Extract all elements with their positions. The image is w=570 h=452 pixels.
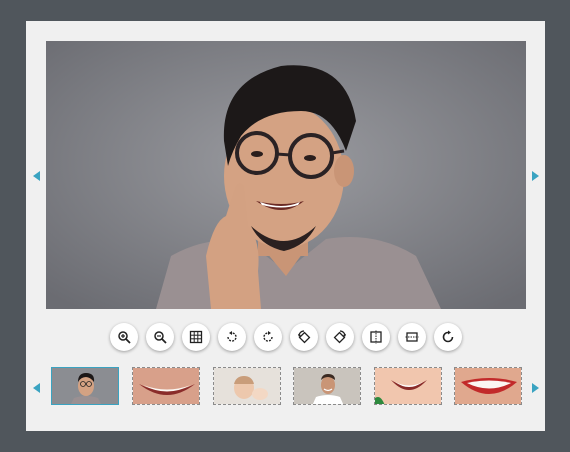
rotate-left-icon — [227, 331, 237, 342]
image-viewer-panel — [26, 21, 545, 431]
thumbs-next-arrow-icon[interactable] — [532, 383, 539, 393]
thumbnail-2[interactable] — [132, 367, 200, 405]
thumbnail-3[interactable] — [213, 367, 281, 405]
zoom-out-button[interactable] — [146, 323, 174, 351]
flip-vertical-button[interactable] — [398, 323, 426, 351]
grid-icon — [189, 330, 203, 344]
rotate-left-button[interactable] — [218, 323, 246, 351]
zoom-in-button[interactable] — [110, 323, 138, 351]
thumbnail-6[interactable] — [454, 367, 522, 405]
one-to-one-button[interactable] — [182, 323, 210, 351]
next-image-arrow-icon[interactable] — [532, 171, 539, 181]
thumbnail-1[interactable] — [51, 367, 119, 405]
flip-horizontal-button[interactable] — [362, 323, 390, 351]
rotate-right-icon — [263, 331, 273, 342]
rotate-left-alt-button[interactable] — [290, 323, 318, 351]
main-image — [46, 41, 526, 309]
rotate-right-button[interactable] — [254, 323, 282, 351]
flip-vertical-icon — [405, 332, 419, 342]
image-toolbar — [26, 323, 545, 355]
thumbnail-strip — [26, 365, 545, 407]
flip-horizontal-icon — [370, 330, 382, 344]
thumbnail-4[interactable] — [293, 367, 361, 405]
rotate-left-alt-icon — [298, 330, 311, 344]
prev-image-arrow-icon[interactable] — [33, 171, 40, 181]
zoom-in-icon — [118, 331, 131, 344]
thumbs-prev-arrow-icon[interactable] — [33, 383, 40, 393]
thumbnail-5[interactable] — [374, 367, 442, 405]
zoom-out-icon — [154, 331, 167, 344]
rotate-right-alt-icon — [333, 330, 346, 344]
reset-button[interactable] — [434, 323, 462, 351]
rotate-right-alt-button[interactable] — [326, 323, 354, 351]
reset-icon — [442, 330, 454, 343]
